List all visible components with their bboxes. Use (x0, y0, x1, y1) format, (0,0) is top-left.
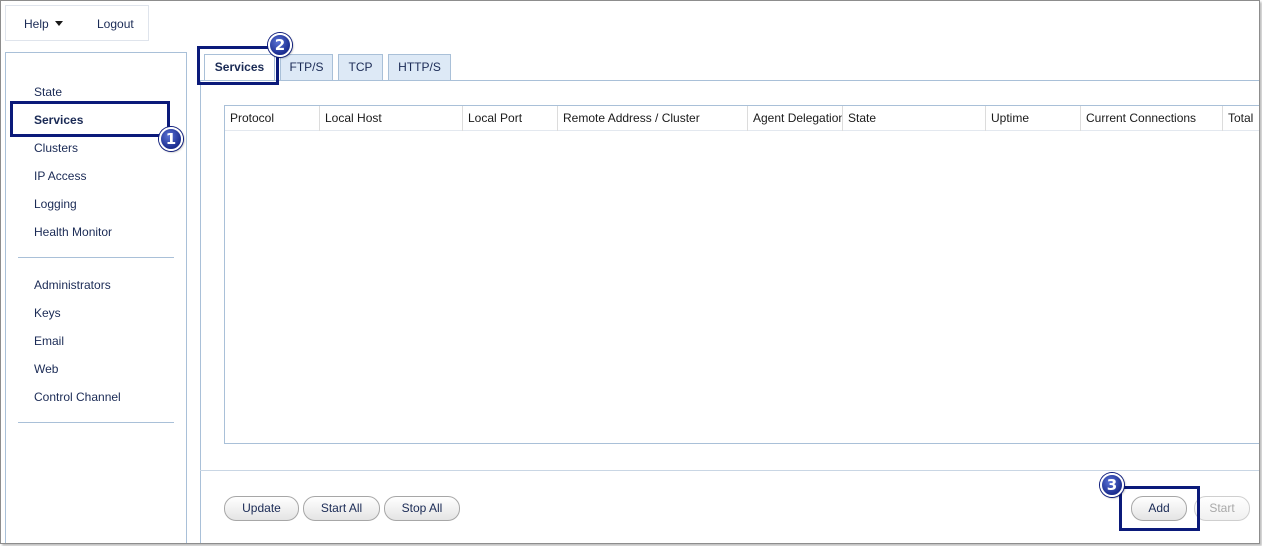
sidebar-item-email[interactable]: Email (34, 334, 64, 348)
column-uptime[interactable]: Uptime (986, 106, 1081, 131)
sidebar-divider (18, 257, 174, 258)
column-remote-address[interactable]: Remote Address / Cluster (558, 106, 748, 131)
services-grid[interactable]: Protocol Local Host Local Port Remote Ad… (224, 105, 1259, 444)
stop-all-button[interactable]: Stop All (384, 496, 460, 521)
sidebar-item-control-channel[interactable]: Control Channel (34, 390, 121, 404)
sidebar-item-clusters[interactable]: Clusters (34, 141, 78, 155)
help-menu[interactable]: Help (24, 17, 63, 31)
callout-badge-2: 2 (268, 33, 292, 57)
callout-highlight-add-button (1119, 486, 1200, 531)
grid-header: Protocol Local Host Local Port Remote Ad… (225, 106, 1259, 131)
caret-down-icon (54, 21, 63, 26)
sidebar-item-logging[interactable]: Logging (34, 197, 77, 211)
sidebar-item-ip-access[interactable]: IP Access (34, 169, 86, 183)
help-label: Help (24, 17, 49, 31)
sidebar-item-keys[interactable]: Keys (34, 306, 61, 320)
footer-divider (200, 470, 1259, 471)
start-all-button[interactable]: Start All (303, 496, 380, 521)
top-menu: Help Logout (5, 5, 149, 41)
start-button[interactable]: Start (1194, 496, 1250, 521)
callout-badge-1: 1 (159, 127, 183, 151)
sidebar-item-health-monitor[interactable]: Health Monitor (34, 225, 112, 239)
tab-tcp[interactable]: TCP (338, 54, 383, 80)
callout-badge-3: 3 (1100, 473, 1124, 497)
callout-highlight-services-item (10, 101, 170, 137)
sidebar-item-state[interactable]: State (34, 85, 62, 99)
tab-ftps[interactable]: FTP/S (280, 54, 333, 80)
column-total[interactable]: Total (1223, 106, 1259, 131)
column-local-port[interactable]: Local Port (463, 106, 558, 131)
app-window: Help Logout State Services Clusters IP A… (0, 0, 1260, 544)
logout-link[interactable]: Logout (97, 17, 134, 31)
column-agent-delegation[interactable]: Agent Delegation (748, 106, 843, 131)
sidebar-item-administrators[interactable]: Administrators (34, 278, 111, 292)
tab-https[interactable]: HTTP/S (388, 54, 451, 80)
column-current-connections[interactable]: Current Connections (1081, 106, 1223, 131)
sidebar-item-web[interactable]: Web (34, 362, 58, 376)
update-button[interactable]: Update (224, 496, 299, 521)
column-local-host[interactable]: Local Host (320, 106, 463, 131)
column-protocol[interactable]: Protocol (225, 106, 320, 131)
column-state[interactable]: State (843, 106, 986, 131)
callout-highlight-services-tab (197, 46, 279, 85)
sidebar-divider (18, 422, 174, 423)
